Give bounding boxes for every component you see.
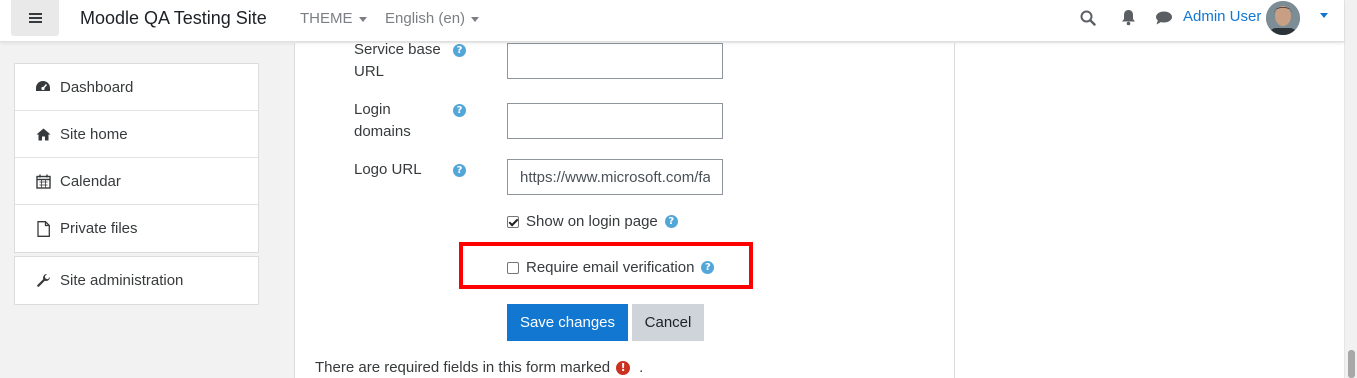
chat-icon[interactable] [1155, 10, 1173, 30]
admin-navigation: Site administration [14, 256, 259, 305]
avatar[interactable] [1266, 1, 1300, 35]
theme-menu[interactable]: THEME [300, 10, 367, 27]
logo-url-field[interactable] [507, 159, 723, 195]
sidebar-item-site-administration[interactable]: Site administration [15, 257, 258, 304]
sidebar-item-label: Dashboard [60, 78, 134, 96]
file-icon [35, 220, 51, 237]
sidebar-item-site-home[interactable]: Site home [15, 111, 258, 158]
hamburger-icon [28, 13, 42, 23]
required-icon: ! [616, 360, 631, 375]
required-note-period: . [639, 359, 644, 376]
required-fields-note: There are required fields in this form m… [315, 359, 643, 376]
search-icon[interactable] [1080, 10, 1096, 30]
theme-menu-label: THEME [300, 10, 353, 27]
login-domains-label: Login domains [354, 101, 411, 140]
required-note-text: There are required fields in this form m… [315, 359, 611, 376]
scrollbar-thumb[interactable] [1348, 350, 1355, 378]
sidebar-item-label: Calendar [60, 172, 121, 190]
language-menu-label: English (en) [385, 10, 466, 27]
sidebar-item-label: Private files [60, 220, 138, 237]
highlight-annotation-box [459, 242, 753, 289]
service-base-url-label: Service base URL [354, 41, 441, 80]
logo-url-label: Logo URL [354, 161, 422, 178]
chevron-down-icon [358, 16, 367, 22]
sidebar-item-label: Site administration [60, 272, 184, 289]
login-domains-field[interactable] [507, 103, 723, 139]
top-navbar: Moodle QA Testing Site THEME English (en… [0, 0, 1344, 42]
save-changes-button[interactable]: Save changes [507, 304, 628, 341]
sidebar-item-private-files[interactable]: Private files [15, 205, 258, 252]
page-scrollbar[interactable] [1344, 0, 1357, 378]
help-icon[interactable]: ? [664, 215, 678, 228]
main-content-card [294, 43, 1344, 378]
wrench-icon [35, 273, 51, 289]
site-name-link[interactable]: Moodle QA Testing Site [80, 8, 267, 29]
primary-navigation: Dashboard Site home Calendar Private fil… [14, 63, 259, 253]
home-icon [35, 126, 51, 142]
service-base-url-field[interactable] [507, 43, 723, 79]
show-on-login-page-row: Show on login page ? [507, 213, 678, 230]
sidebar-item-dashboard[interactable]: Dashboard [15, 64, 258, 111]
dashboard-icon [35, 79, 51, 95]
help-icon[interactable]: ? [453, 164, 466, 177]
sidebar-item-label: Site home [60, 125, 128, 143]
help-icon[interactable]: ? [453, 44, 466, 57]
cancel-button[interactable]: Cancel [632, 304, 704, 341]
help-icon[interactable]: ? [453, 104, 466, 117]
block-region-divider [954, 43, 955, 378]
bell-icon[interactable] [1121, 9, 1136, 30]
calendar-icon [35, 173, 51, 189]
show-on-login-page-checkbox[interactable] [507, 215, 519, 228]
user-menu-name[interactable]: Admin User [1183, 8, 1261, 25]
sidebar-item-calendar[interactable]: Calendar [15, 158, 258, 205]
chevron-down-icon [471, 16, 480, 22]
drawer-toggle-button[interactable] [11, 0, 59, 36]
show-on-login-page-label[interactable]: Show on login page [526, 213, 658, 230]
chevron-down-icon[interactable] [1320, 13, 1328, 18]
language-menu[interactable]: English (en) [385, 10, 480, 27]
